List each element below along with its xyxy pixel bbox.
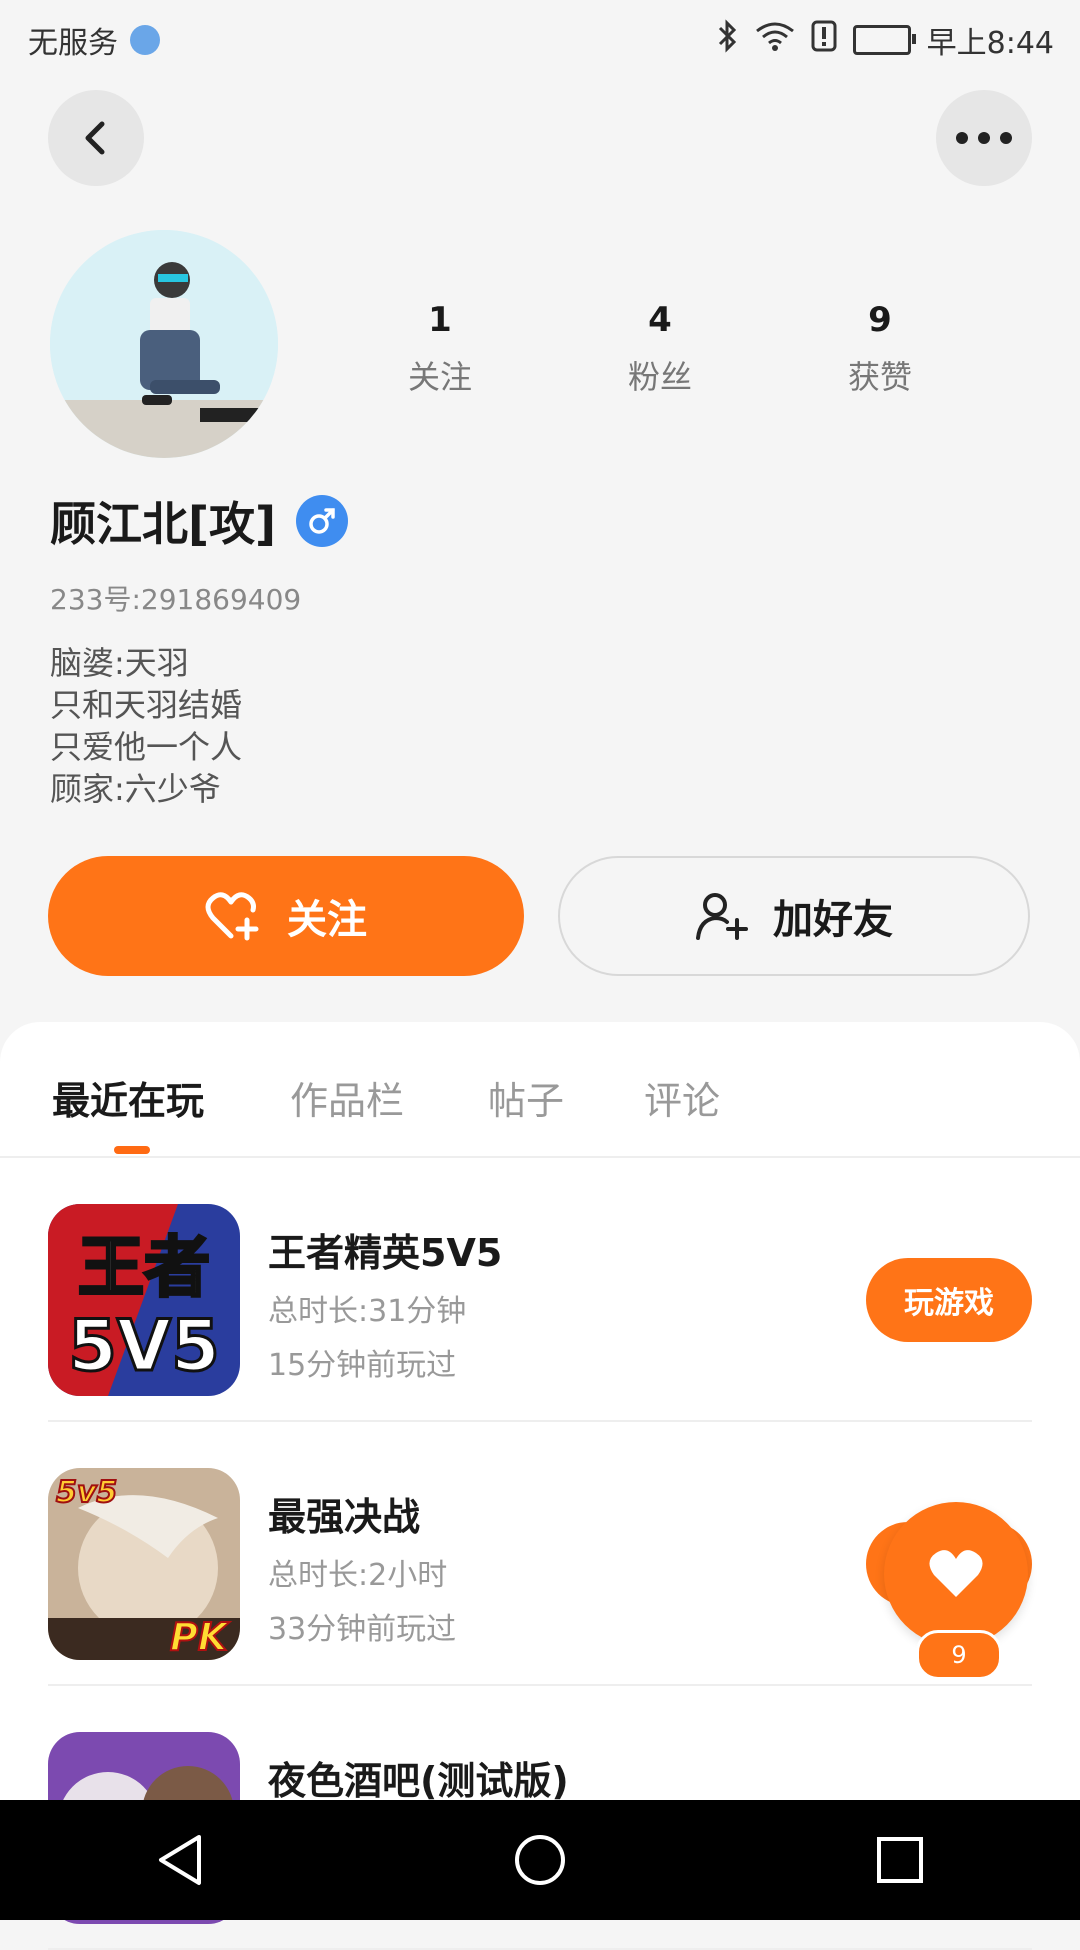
status-bar: 无服务 早上8:44	[0, 0, 1080, 80]
follow-button[interactable]: 关注	[48, 856, 524, 976]
bio-line: 只爱他一个人	[50, 728, 243, 766]
avatar-illustration	[50, 230, 278, 458]
stat-following[interactable]: 1 关注	[330, 300, 550, 398]
game-duration: 总时长:31分钟	[268, 1294, 467, 1329]
male-gender-icon	[296, 495, 349, 547]
time-text: 早上8:44	[926, 26, 1054, 61]
nav-recents-button[interactable]	[840, 1800, 960, 1920]
status-right: 早上8:44	[717, 18, 1054, 62]
add-user-icon	[696, 893, 748, 940]
game-icon-text-bottom: 5V5	[68, 1305, 220, 1387]
square-recents-icon	[877, 1837, 923, 1883]
stat-label: 关注	[407, 358, 472, 396]
bluetooth-icon	[717, 19, 739, 61]
alert-icon	[811, 20, 837, 60]
stat-value: 4	[648, 300, 672, 340]
bio: 脑婆:天羽 只和天羽结婚 只爱他一个人 顾家:六少爷	[50, 642, 242, 810]
chevron-left-icon	[85, 121, 105, 155]
system-nav-bar	[0, 1800, 1080, 1920]
tab-posts[interactable]: 帖子	[488, 1070, 564, 1125]
tab-recent-play[interactable]: 最近在玩	[52, 1070, 204, 1125]
profile-stats: 1 关注 4 粉丝 9 获赞	[330, 300, 990, 398]
back-button[interactable]	[48, 90, 144, 186]
add-friend-button[interactable]: 加好友	[558, 856, 1030, 976]
carrier-text: 无服务	[28, 26, 118, 61]
game-last-played: 33分钟前玩过	[268, 1612, 457, 1647]
game-title: 夜色酒吧(测试版)	[268, 1759, 569, 1803]
more-button[interactable]	[936, 90, 1032, 186]
wifi-icon	[755, 21, 795, 59]
stat-label: 粉丝	[627, 358, 692, 396]
nav-back-button[interactable]	[120, 1800, 240, 1920]
play-game-button[interactable]: 玩游戏	[866, 1258, 1032, 1342]
like-count-badge: 9	[916, 1630, 1002, 1680]
tab-comments[interactable]: 评论	[644, 1070, 720, 1125]
heart-icon	[929, 1550, 983, 1597]
status-left: 无服务	[28, 18, 160, 62]
follow-label: 关注	[287, 897, 367, 943]
game-item[interactable]: 5v5 PK 最强决战 总时长:2小时 33分钟前玩过	[48, 1422, 1032, 1686]
tab-indicator	[114, 1146, 150, 1154]
globe-icon	[130, 25, 160, 55]
floating-like-button[interactable]	[884, 1502, 1028, 1646]
stat-value: 9	[868, 300, 892, 340]
game-last-played: 15分钟前玩过	[268, 1348, 457, 1383]
circle-home-icon	[515, 1835, 565, 1885]
triangle-back-icon	[159, 1835, 201, 1885]
content-card: 最近在玩 作品栏 帖子 评论 王者 5V5 王者精英5V5 总时长:31分钟 1…	[0, 1022, 1080, 1950]
bio-line: 脑婆:天羽	[50, 644, 189, 682]
game-duration: 总时长:2小时	[268, 1558, 448, 1593]
more-dots-icon	[956, 132, 1012, 144]
game-icon-badge-pk: PK	[170, 1615, 230, 1659]
game-icon: 王者 5V5	[48, 1204, 240, 1396]
nav-home-button[interactable]	[480, 1800, 600, 1920]
bio-line: 顾家:六少爷	[50, 770, 221, 808]
game-icon-badge: 5v5	[56, 1475, 117, 1510]
battery-icon	[852, 25, 916, 55]
tab-bar: 最近在玩 作品栏 帖子 评论	[0, 1022, 1080, 1158]
bio-line: 只和天羽结婚	[50, 686, 243, 724]
game-item[interactable]: 王者 5V5 王者精英5V5 总时长:31分钟 15分钟前玩过 玩游戏	[48, 1158, 1032, 1422]
username: 顾江北[攻]	[50, 497, 277, 551]
game-title: 王者精英5V5	[268, 1231, 503, 1275]
heart-plus-icon	[205, 892, 259, 941]
game-title: 最强决战	[268, 1495, 421, 1539]
game-icon-text-top: 王者	[78, 1229, 210, 1306]
stat-label: 获赞	[847, 358, 912, 396]
stat-fans[interactable]: 4 粉丝	[550, 300, 770, 398]
name-row: 顾江北[攻]	[50, 488, 349, 554]
add-friend-label: 加好友	[773, 897, 893, 943]
game-icon: 5v5 PK	[48, 1468, 240, 1660]
tab-works[interactable]: 作品栏	[290, 1070, 404, 1125]
avatar[interactable]	[50, 230, 278, 458]
stat-likes[interactable]: 9 获赞	[770, 300, 990, 398]
stat-value: 1	[428, 300, 452, 340]
user-id: 233号:291869409	[50, 583, 302, 616]
